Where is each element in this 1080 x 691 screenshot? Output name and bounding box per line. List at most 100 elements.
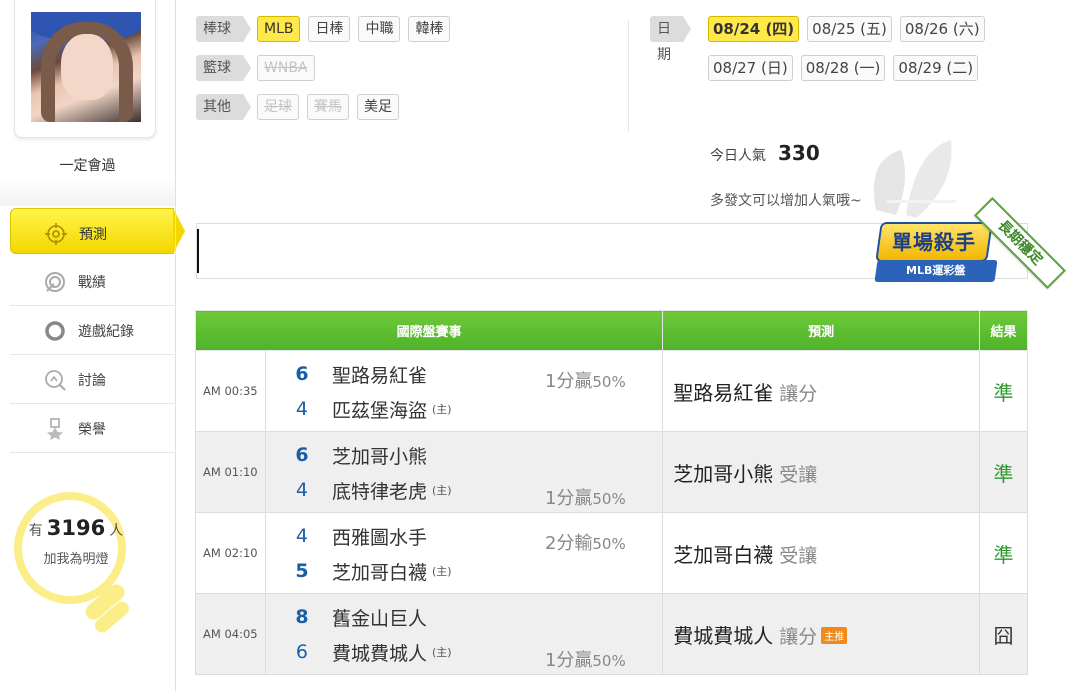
header-prediction: 預測: [662, 310, 981, 351]
date-0827[interactable]: 08/27 (日): [708, 55, 793, 81]
filter-kbo[interactable]: 韓棒: [408, 16, 451, 42]
filter-mlb[interactable]: MLB: [257, 16, 301, 42]
match-cell: 6 芝加哥小熊 4 底特律老虎 (主) 1分贏50%: [264, 431, 664, 513]
pick-team: 芝加哥小熊: [673, 461, 774, 486]
match-cell: 6 聖路易紅雀 4 匹茲堡海盜 (主) 1分贏50%: [264, 350, 664, 432]
team-home: 4 匹茲堡海盜 (主): [294, 398, 452, 422]
table-row: AM 02:10 4 西雅圖水手 5 芝加哥白襪 (主) 2分輸50% 芝加哥白…: [195, 512, 1028, 594]
target-icon: [45, 223, 67, 245]
sidebar-item-discussion[interactable]: 討論: [10, 355, 174, 404]
username: 一定會過: [59, 158, 116, 174]
prediction-table: 國際盤賽事 預測 結果 AM 00:35 6 聖路易紅雀 4 匹茲堡海盜 (主)…: [194, 310, 1028, 675]
date-0824[interactable]: 08/24 (四): [708, 16, 800, 42]
header-match: 國際盤賽事: [194, 310, 664, 351]
prediction-cell: 費城費城人 讓分 主推: [662, 593, 981, 675]
home-mark: (主): [431, 484, 452, 497]
table-row: AM 00:35 6 聖路易紅雀 4 匹茲堡海盜 (主) 1分贏50% 聖路易紅…: [195, 350, 1028, 432]
fans-count: 有 3196 人: [28, 516, 124, 540]
team-score: 4: [295, 398, 308, 420]
team-home: 5 芝加哥白襪 (主): [294, 560, 451, 584]
avatar-card: [14, 0, 156, 138]
sidebar: 一定會過 預測 戰績 遊戲紀錄 討論 榮譽 有 3196 人 加我為明燈: [0, 0, 185, 691]
team-name: 芝加哥小熊: [331, 445, 427, 468]
pick-type: 讓分: [779, 625, 818, 648]
filter-horse-racing[interactable]: 賽馬: [307, 94, 349, 120]
filter-soccer[interactable]: 足球: [257, 94, 299, 120]
result-cell: 準: [979, 350, 1028, 432]
filter-row-baseball: 棒球 MLB 日棒 中職 韓棒: [196, 16, 458, 42]
chat-icon: [45, 370, 66, 391]
sidebar-item-honor[interactable]: 榮譽: [10, 404, 174, 453]
popularity-label: 今日人氣: [710, 148, 766, 164]
handicap-line: 1分贏50%: [544, 650, 626, 671]
pick-team: 聖路易紅雀: [673, 380, 774, 405]
handicap-line: 1分贏50%: [544, 371, 626, 392]
date-0828[interactable]: 08/28 (一): [800, 55, 886, 81]
header-result: 結果: [979, 310, 1028, 351]
game-time: AM 04:05: [195, 593, 266, 675]
avatar[interactable]: [31, 12, 141, 122]
team-score: 4: [295, 479, 308, 501]
date-0829[interactable]: 08/29 (二): [893, 55, 979, 81]
team-away: 6 芝加哥小熊: [294, 444, 427, 468]
match-cell: 8 舊金山巨人 6 費城費城人 (主) 1分贏50%: [264, 593, 664, 675]
filter-cpbl[interactable]: 中職: [358, 16, 401, 42]
featured-pick-badge: 主推: [821, 626, 848, 644]
achievement-badge: 單場殺手 MLB運彩盤 長期穩定: [872, 197, 1066, 318]
pick-type: 受讓: [779, 463, 818, 486]
follow-bulb[interactable]: 有 3196 人 加我為明燈: [14, 492, 132, 640]
pick-type: 讓分: [779, 382, 818, 405]
game-time: AM 00:35: [195, 350, 266, 432]
filter-row-other: 其他 足球 賽馬 美足: [196, 94, 407, 120]
sidebar-item-label: 戰績: [78, 275, 106, 291]
filter-american-football[interactable]: 美足: [357, 94, 399, 120]
result-cell: 囧: [979, 593, 1028, 675]
sidebar-item-record[interactable]: 戰績: [10, 257, 174, 306]
sidebar-item-label: 預測: [79, 227, 107, 243]
popularity: 今日人氣 330: [710, 141, 820, 165]
date-0825[interactable]: 08/25 (五): [807, 16, 892, 42]
filter-npb[interactable]: 日棒: [308, 16, 351, 42]
team-home: 4 底特律老虎 (主): [294, 479, 452, 503]
team-name: 費城費城人: [331, 642, 427, 665]
filter-row-basketball: 籃球 WNBA: [196, 55, 323, 81]
sidebar-divider: [0, 178, 175, 206]
medal-icon: [47, 418, 63, 440]
chart-icon: [45, 272, 65, 292]
team-name: 底特律老虎: [331, 480, 427, 503]
filter-panel: 棒球 MLB 日棒 中職 韓棒 籃球 WNBA 其他 足球 賽馬 美足 日期 0…: [176, 0, 1048, 218]
butterfly-watermark-icon: [873, 140, 956, 218]
result-cell: 準: [979, 512, 1028, 594]
handicap-line: 1分贏50%: [544, 488, 626, 509]
date-0826[interactable]: 08/26 (六): [899, 16, 985, 42]
match-cell: 4 西雅圖水手 5 芝加哥白襪 (主) 2分輸50%: [264, 512, 664, 594]
sidebar-item-prediction[interactable]: 預測: [10, 208, 185, 254]
popularity-value: 330: [778, 141, 820, 165]
fans-caption: 加我為明燈: [43, 552, 109, 567]
filter-wnba[interactable]: WNBA: [257, 55, 315, 81]
popularity-hint: 多發文可以增加人氣哦~: [710, 193, 862, 209]
sidebar-item-label: 榮譽: [78, 422, 106, 438]
game-time: AM 02:10: [195, 512, 266, 594]
team-name: 西雅圖水手: [331, 526, 427, 549]
team-score: 8: [295, 606, 309, 628]
pick-team: 芝加哥白襪: [673, 542, 774, 567]
home-mark: (主): [431, 403, 452, 416]
badge-title: 單場殺手: [875, 222, 993, 262]
prediction-cell: 聖路易紅雀 讓分: [662, 350, 981, 432]
sidebar-item-label: 討論: [78, 373, 106, 389]
team-name: 芝加哥白襪: [331, 561, 427, 584]
result-cell: 準: [979, 431, 1028, 513]
category-label: 棒球: [196, 16, 251, 42]
team-score: 5: [295, 560, 309, 582]
sidebar-item-game-log[interactable]: 遊戲紀錄: [10, 306, 174, 355]
team-score: 6: [295, 444, 309, 466]
record-icon: [45, 321, 65, 341]
team-home: 6 費城費城人 (主): [294, 641, 452, 665]
prediction-cell: 芝加哥白襪 受讓: [662, 512, 981, 594]
team-name: 舊金山巨人: [331, 607, 427, 630]
text-cursor: [197, 229, 199, 273]
table-row: AM 04:05 8 舊金山巨人 6 費城費城人 (主) 1分贏50% 費城費城…: [195, 593, 1028, 675]
pick-team: 費城費城人: [673, 623, 774, 648]
sidebar-menu: 預測 戰績 遊戲紀錄 討論 榮譽: [10, 208, 185, 453]
